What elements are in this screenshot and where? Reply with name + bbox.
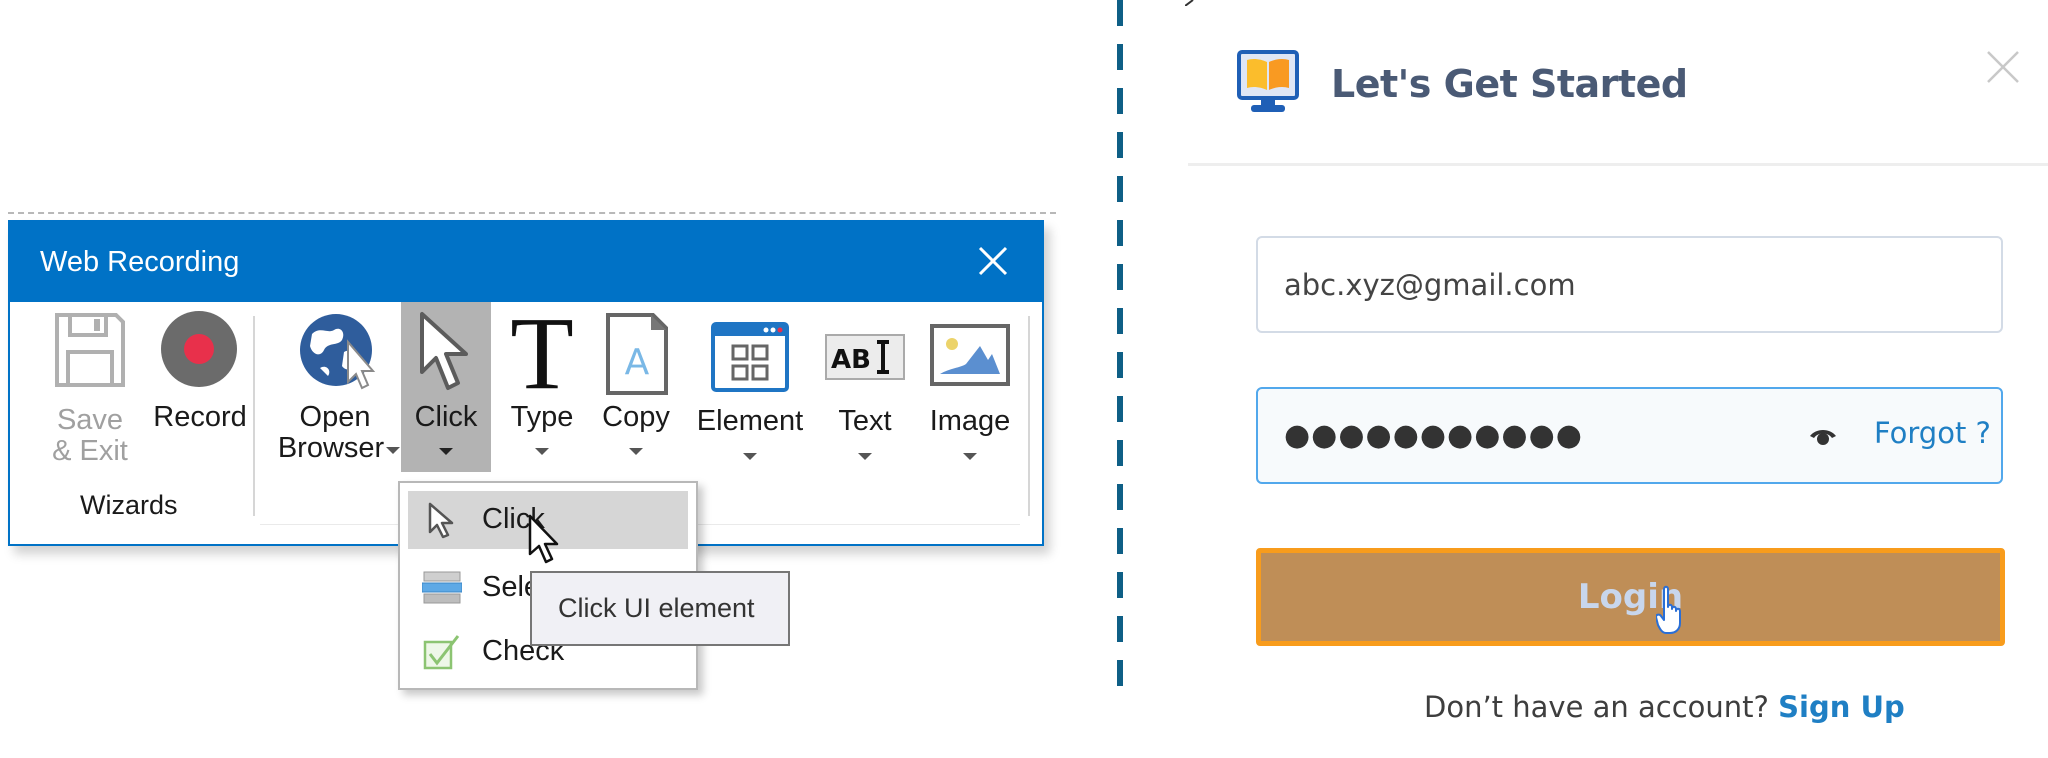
- checkbox-check-icon: [423, 635, 460, 670]
- click-label: Click: [414, 401, 478, 433]
- wizards-group-label: Wizards: [80, 490, 178, 520]
- svg-text:A: A: [625, 342, 650, 383]
- window-title: Web Recording: [40, 246, 240, 278]
- text-label: Text: [838, 405, 892, 437]
- save-label-line1: Save: [56, 404, 124, 436]
- ribbon-end-separator: [1028, 316, 1030, 516]
- svg-text:T: T: [510, 310, 574, 394]
- element-button[interactable]: Element: [695, 302, 805, 472]
- floppy-disk-icon: [55, 313, 125, 387]
- group-separator: [253, 316, 255, 516]
- cursor-arrow-icon: [420, 312, 468, 390]
- open-browser-label-line2: Browser: [277, 432, 385, 464]
- signup-prompt: Don’t have an account?: [1424, 690, 1769, 724]
- cursor-arrow-icon: [428, 502, 454, 539]
- title-bar: Web Recording: [10, 222, 1042, 302]
- login-title: Let's Get Started: [1331, 62, 1688, 106]
- text-button[interactable]: AB Text: [815, 302, 915, 472]
- image-button[interactable]: Image: [920, 302, 1020, 472]
- show-password-eye-icon[interactable]: [1808, 425, 1838, 447]
- picture-icon: [930, 324, 1010, 386]
- save-label-line2: & Exit: [52, 435, 128, 467]
- record-button[interactable]: Record: [150, 302, 250, 472]
- type-label: Type: [510, 401, 574, 433]
- email-field[interactable]: [1256, 236, 2003, 333]
- dashed-divider: [1117, 0, 1123, 686]
- record-label: Record: [153, 401, 247, 433]
- chevron-down-icon: [439, 448, 453, 455]
- window-grid-icon: [711, 322, 789, 392]
- record-icon: [161, 311, 237, 387]
- chevron-down-icon: [629, 448, 643, 455]
- chevron-down-icon: [535, 448, 549, 455]
- menu-item-label: Click: [482, 503, 545, 535]
- open-browser-button[interactable]: Open Browser: [270, 302, 400, 472]
- image-label: Image: [929, 405, 1011, 437]
- svg-text:AB: AB: [831, 345, 871, 375]
- save-exit-button[interactable]: Save & Exit: [40, 302, 140, 472]
- text-cursor-icon: AB: [825, 334, 905, 380]
- type-button[interactable]: T Type: [502, 302, 582, 472]
- signup-row: Don’t have an account? Sign Up: [1424, 690, 1905, 724]
- chevron-down-icon: [963, 453, 977, 460]
- close-icon[interactable]: [1985, 49, 2021, 85]
- letter-t-icon: T: [510, 310, 574, 394]
- tooltip: Click UI element: [530, 571, 790, 646]
- globe-cursor-icon: [300, 314, 376, 390]
- dashed-selection-border: [8, 212, 1056, 214]
- arrow-tip-mark: [1185, 0, 1194, 6]
- element-label: Element: [696, 405, 804, 437]
- signup-link[interactable]: Sign Up: [1778, 690, 1905, 724]
- chevron-down-icon: [386, 447, 400, 454]
- document-a-icon: A: [606, 313, 668, 395]
- menu-item-click[interactable]: Click: [408, 491, 688, 549]
- open-browser-label-line1: Open: [299, 401, 371, 433]
- header-divider: [1188, 163, 2048, 166]
- chevron-down-icon: [743, 453, 757, 460]
- email-input[interactable]: [1258, 238, 2001, 331]
- list-select-icon: [422, 571, 462, 604]
- copy-label: Copy: [602, 401, 670, 433]
- chevron-down-icon: [858, 453, 872, 460]
- copy-button[interactable]: A Copy: [593, 302, 679, 472]
- password-input[interactable]: [1258, 389, 1758, 482]
- forgot-password-link[interactable]: Forgot ?: [1874, 416, 1991, 450]
- click-button[interactable]: Click: [401, 302, 491, 472]
- close-icon[interactable]: [974, 242, 1012, 280]
- monitor-book-logo-icon: [1237, 50, 1299, 112]
- login-button[interactable]: Login: [1256, 548, 2005, 646]
